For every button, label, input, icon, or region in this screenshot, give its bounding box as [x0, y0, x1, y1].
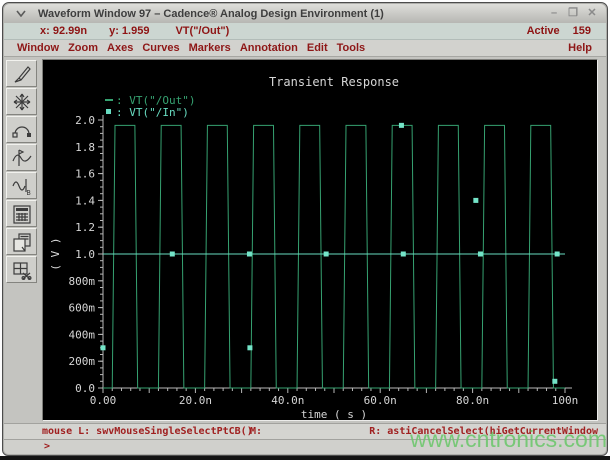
- y-tick-label: 800m: [69, 275, 96, 288]
- vertical-marker-button[interactable]: [6, 144, 37, 171]
- prompt-caret: >: [44, 441, 51, 452]
- sine-marker-b-button[interactable]: B: [6, 172, 37, 199]
- menu-bar: Window Zoom Axes Curves Markers Annotation Edi…: [4, 40, 606, 57]
- bottom-edge: [0, 456, 610, 460]
- subwindow-scissors-button[interactable]: [6, 256, 37, 283]
- mouse-middle-binding: M:: [250, 426, 263, 437]
- zoom-fit-icon: [13, 93, 30, 110]
- vertical-marker-icon: [11, 148, 31, 166]
- menu-item-markers[interactable]: Markers: [189, 42, 231, 54]
- calculator-icon: [12, 204, 31, 224]
- svg-text:B: B: [26, 189, 30, 197]
- trace-0[interactable]: [103, 124, 565, 389]
- left-toolbar: B: [6, 60, 40, 284]
- data-point-marker[interactable]: [100, 345, 106, 351]
- data-point-marker[interactable]: [552, 378, 558, 384]
- probe-pen-icon: [14, 65, 31, 83]
- data-point-marker[interactable]: [398, 122, 404, 128]
- mouse-bindings-bar: mouse L: swvMouseSingleSelectPtCB() M: R…: [4, 423, 606, 439]
- data-point-marker[interactable]: [473, 197, 479, 203]
- y-tick-label: 1.6: [75, 168, 95, 181]
- copy-window-button[interactable]: [6, 228, 37, 255]
- data-point-marker[interactable]: [477, 251, 483, 257]
- trace-arc-button[interactable]: [6, 116, 37, 143]
- mouse-left-binding: mouse L: swvMouseSingleSelectPtCB(): [42, 426, 253, 437]
- menu-item-annotation[interactable]: Annotation: [240, 42, 298, 54]
- waveform-plot[interactable]: Transient Response 2.0 1.8 1.6 1.4 1.2 1.0 800m…: [43, 60, 600, 421]
- menu-item-axes[interactable]: Axes: [107, 42, 133, 54]
- mouse-right-binding: R: astiCancelSelect(hiGetCurrentWindow: [369, 426, 598, 437]
- active-count: 159: [572, 25, 591, 37]
- x-tick-label: 0.00: [90, 394, 117, 407]
- probe-pen-button[interactable]: [6, 60, 37, 87]
- screenshot-stage: Waveform Window 97 – Cadence® Analog Des…: [0, 0, 610, 460]
- x-tick-label: 60.0n: [364, 394, 397, 407]
- sine-marker-b-icon: B: [11, 178, 30, 197]
- title-bar[interactable]: Waveform Window 97 – Cadence® Analog Des…: [4, 4, 606, 24]
- data-point-marker[interactable]: [246, 251, 252, 257]
- y-tick-label: 2.0: [75, 114, 95, 127]
- minimize-button[interactable]: –: [548, 8, 560, 20]
- y-axis-label: ( V ): [49, 237, 62, 270]
- legend-label: : VT("/In"): [116, 106, 189, 119]
- menu-item-curves[interactable]: Curves: [142, 42, 179, 54]
- legend-square-marker: [106, 109, 111, 114]
- active-label: Active: [526, 25, 560, 37]
- selected-trace-readout: VT("/Out"): [175, 25, 230, 37]
- data-point-marker[interactable]: [247, 345, 253, 351]
- copy-window-icon: [12, 232, 31, 252]
- y-tick-label: 1.2: [75, 221, 95, 234]
- command-prompt-bar[interactable]: >: [4, 439, 606, 454]
- x-tick-label: 80.0n: [456, 394, 489, 407]
- x-tick-label: 20.0n: [179, 394, 212, 407]
- y-tick-label: 200m: [69, 355, 96, 368]
- window-title: Waveform Window 97 – Cadence® Analog Des…: [38, 7, 384, 20]
- x-axis-label: time ( s ): [301, 408, 367, 421]
- y-tick-label: 400m: [69, 328, 96, 341]
- coordinate-status-row: x: 92.99n y: 1.959 VT("/Out") Active 159: [4, 23, 606, 40]
- cursor-y-readout: y: 1.959: [109, 25, 150, 37]
- x-tick-label: 40.0n: [271, 394, 304, 407]
- menu-item-window[interactable]: Window: [17, 42, 59, 54]
- menu-item-tools[interactable]: Tools: [337, 42, 366, 54]
- menu-item-zoom[interactable]: Zoom: [68, 42, 98, 54]
- main-area: B Transient Response 2.0 1.8 1.6 1.4 1.2 1.0 80…: [4, 57, 606, 424]
- window-controls: – ❒ ✕: [548, 8, 598, 20]
- data-point-marker[interactable]: [554, 251, 560, 257]
- waveform-window: Waveform Window 97 – Cadence® Analog Des…: [2, 2, 608, 456]
- data-point-marker[interactable]: [169, 251, 175, 257]
- y-tick-label: 1.8: [75, 141, 95, 154]
- y-tick-label: 1.0: [75, 248, 95, 261]
- trace-arc-icon: [11, 125, 31, 138]
- x-tick-label: 100n: [552, 394, 579, 407]
- calculator-button[interactable]: [6, 200, 37, 227]
- data-point-marker[interactable]: [323, 251, 329, 257]
- subwindow-scissors-icon: [12, 261, 32, 280]
- y-tick-label: 1.4: [75, 194, 95, 207]
- close-button[interactable]: ✕: [586, 8, 598, 20]
- menu-item-edit[interactable]: Edit: [307, 42, 328, 54]
- zoom-fit-button[interactable]: [6, 88, 37, 115]
- data-point-marker[interactable]: [400, 251, 406, 257]
- plot-canvas[interactable]: Transient Response 2.0 1.8 1.6 1.4 1.2 1.0 800m…: [42, 59, 598, 421]
- menu-item-help[interactable]: Help: [568, 42, 592, 54]
- window-menu-chevron-icon[interactable]: [12, 10, 30, 17]
- cursor-x-readout: x: 92.99n: [40, 25, 88, 37]
- y-tick-label: 600m: [69, 302, 96, 315]
- chart-title: Transient Response: [269, 75, 399, 89]
- maximize-button[interactable]: ❒: [567, 8, 579, 20]
